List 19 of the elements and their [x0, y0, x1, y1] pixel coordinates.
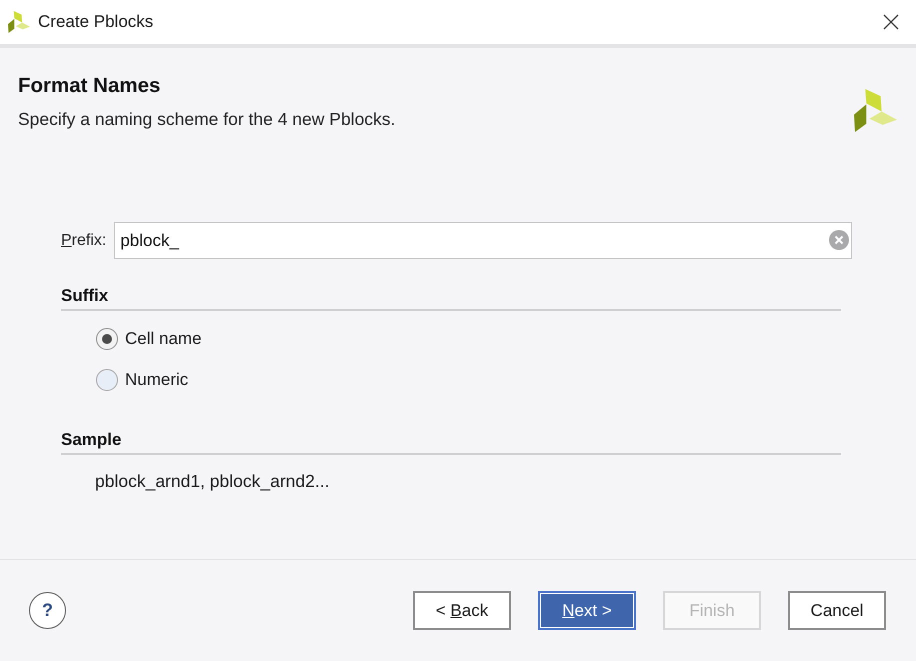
sample-text: pblock_arnd1, pblock_arnd2...: [95, 470, 330, 492]
window-title: Create Pblocks: [38, 12, 154, 32]
radio-button[interactable]: [96, 369, 118, 391]
prefix-label: Prefix:: [61, 232, 106, 250]
radio-button[interactable]: [96, 328, 118, 350]
three-leaf-logo-icon: [854, 89, 897, 132]
radio-label[interactable]: Cell name: [125, 329, 202, 349]
section-heading: Suffix: [61, 285, 841, 311]
dialog-button[interactable]: Cancel: [788, 591, 886, 630]
prefix-input-field[interactable]: pblock_: [114, 222, 852, 259]
close-icon: [883, 14, 899, 30]
three-leaf-logo-icon: [8, 11, 30, 33]
dialog-button[interactable]: < Back: [413, 591, 511, 630]
dialog-button[interactable]: Next >: [538, 591, 636, 630]
page-subtitle: Specify a naming scheme for the 4 new Pblocks.: [18, 108, 396, 130]
section-heading: Sample: [61, 429, 841, 455]
radio-label[interactable]: Numeric: [125, 370, 188, 390]
help-button[interactable]: ?: [29, 592, 66, 629]
page-title: Format Names: [18, 73, 162, 98]
